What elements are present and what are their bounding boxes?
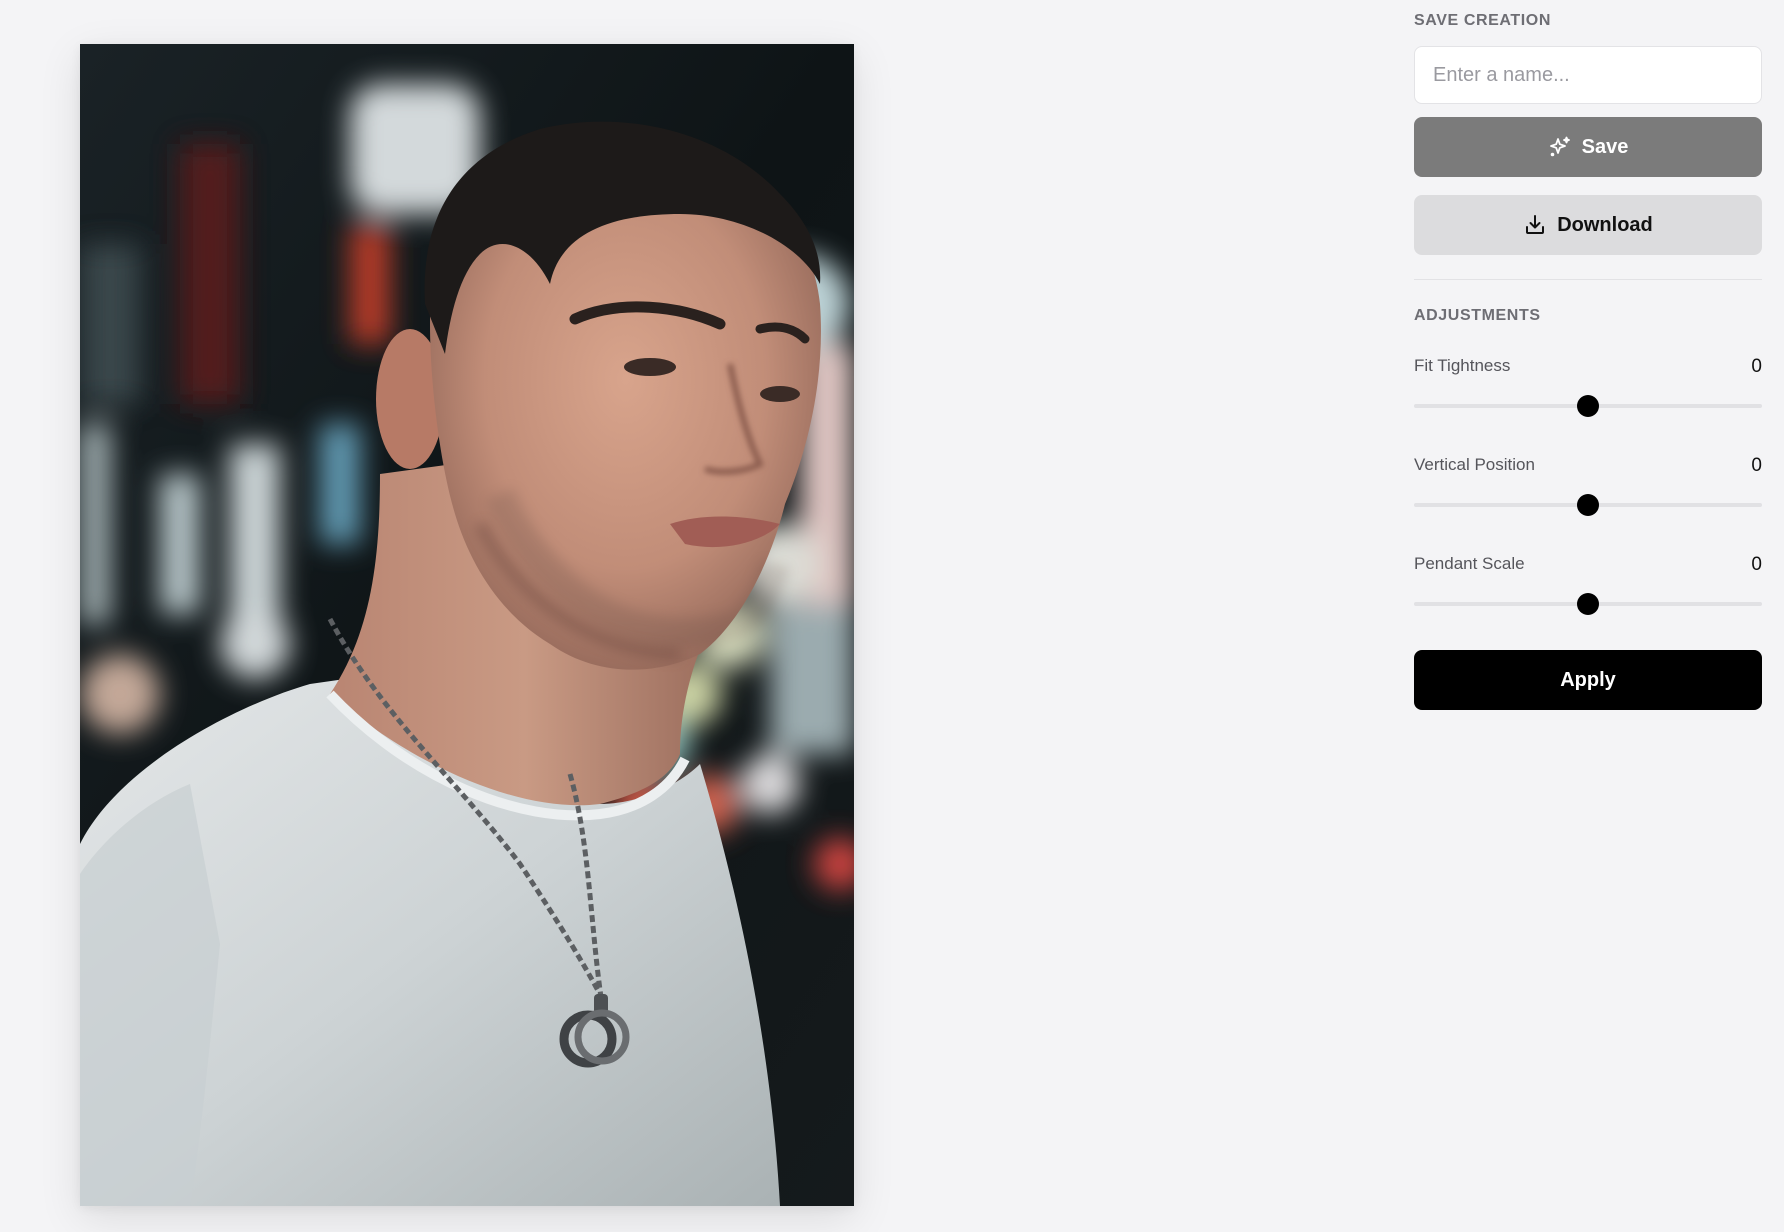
sparkle-icon: [1548, 135, 1572, 159]
portrait-photo: [80, 44, 854, 1206]
slider-value: 0: [1751, 356, 1762, 377]
editor-page: SAVE CREATION Save Download: [0, 0, 1784, 1232]
name-input[interactable]: [1414, 46, 1762, 104]
slider-thumb[interactable]: [1577, 494, 1599, 516]
slider-label: Fit Tightness: [1414, 356, 1511, 375]
pendant-scale-slider: Pendant Scale 0: [1414, 554, 1762, 644]
save-button-label: Save: [1581, 135, 1629, 158]
slider-thumb[interactable]: [1577, 395, 1599, 417]
adjustments-heading: ADJUSTMENTS: [1414, 307, 1541, 324]
fit-tightness-slider: Fit Tightness 0: [1414, 356, 1762, 446]
download-icon: [1523, 213, 1547, 237]
section-divider: [1414, 279, 1762, 280]
apply-button[interactable]: Apply: [1414, 650, 1762, 710]
slider-label: Vertical Position: [1414, 455, 1535, 474]
slider-label: Pendant Scale: [1414, 554, 1525, 573]
slider-value: 0: [1751, 554, 1762, 575]
slider-thumb[interactable]: [1577, 593, 1599, 615]
download-button-label: Download: [1557, 213, 1653, 236]
slider-value: 0: [1751, 455, 1762, 476]
save-button[interactable]: Save: [1414, 117, 1762, 177]
vertical-position-slider: Vertical Position 0: [1414, 455, 1762, 545]
save-creation-heading: SAVE CREATION: [1414, 12, 1551, 29]
photo-preview: [80, 44, 854, 1206]
download-button[interactable]: Download: [1414, 195, 1762, 255]
